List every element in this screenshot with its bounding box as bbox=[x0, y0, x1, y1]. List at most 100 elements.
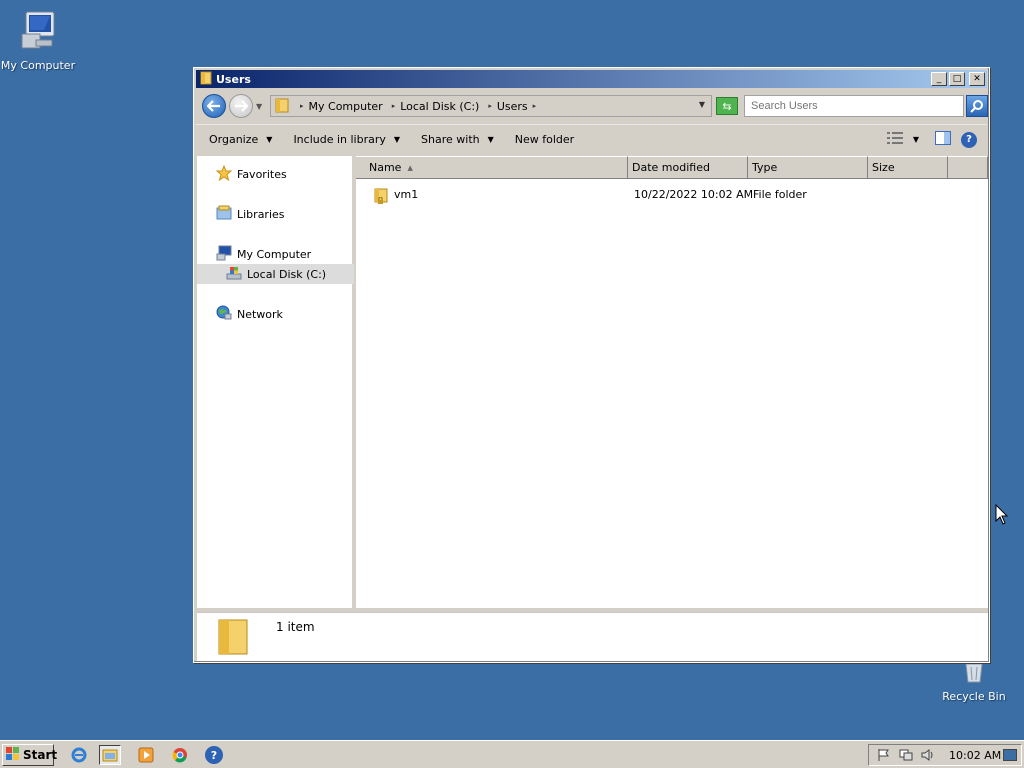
window-titlebar[interactable]: Users _ □ ✕ bbox=[196, 70, 987, 88]
arrow-left-icon bbox=[207, 100, 220, 112]
chevron-down-icon: ▼ bbox=[393, 135, 401, 144]
column-header-size[interactable]: Size bbox=[868, 156, 948, 179]
view-dropdown-icon[interactable]: ▼ bbox=[913, 135, 919, 144]
breadcrumb-local-disk[interactable]: ▸ Local Disk (C:) bbox=[387, 100, 480, 113]
nav-item-libraries[interactable]: Libraries bbox=[197, 204, 354, 224]
volume-icon[interactable] bbox=[921, 748, 935, 765]
navigation-pane: Favorites Libraries My Computer Local Di… bbox=[197, 156, 354, 608]
column-header-type[interactable]: Type bbox=[748, 156, 868, 179]
computer-icon bbox=[216, 245, 232, 264]
my-computer-icon bbox=[0, 10, 80, 55]
nav-item-local-disk[interactable]: Local Disk (C:) bbox=[197, 264, 354, 284]
start-button[interactable]: Start bbox=[2, 744, 58, 766]
menu-label: Share with bbox=[421, 133, 480, 146]
share-with-menu[interactable]: Share with ▼ bbox=[421, 133, 494, 146]
chevron-right-icon[interactable]: ▸ bbox=[392, 102, 396, 110]
libraries-icon bbox=[216, 205, 232, 224]
details-view-icon bbox=[886, 132, 903, 144]
help-icon: ? bbox=[205, 746, 223, 764]
chevron-right-icon[interactable]: ▸ bbox=[488, 102, 492, 110]
address-history-dropdown-icon[interactable]: ▼ bbox=[699, 100, 705, 109]
search-button[interactable] bbox=[966, 95, 988, 117]
organize-menu[interactable]: Organize ▼ bbox=[209, 133, 272, 146]
help-icon[interactable]: ? bbox=[961, 131, 977, 148]
show-desktop-icon[interactable] bbox=[1003, 749, 1017, 764]
breadcrumb-users[interactable]: ▸ Users ▸ bbox=[483, 100, 541, 113]
search-input[interactable] bbox=[744, 95, 964, 117]
close-button[interactable]: ✕ bbox=[969, 72, 985, 86]
breadcrumb-label: Users bbox=[496, 99, 528, 113]
desktop-icon-label: Recycle Bin bbox=[942, 690, 1006, 703]
nav-item-label: Favorites bbox=[237, 167, 287, 181]
internet-explorer-icon bbox=[71, 747, 87, 763]
file-type: File folder bbox=[753, 188, 807, 201]
breadcrumb-label: Local Disk (C:) bbox=[400, 99, 480, 113]
folder-icon bbox=[200, 71, 212, 88]
item-count: 1 item bbox=[276, 620, 315, 634]
explorer-window: Users _ □ ✕ ▼ ▸ My Computer ▸ Local Disk… bbox=[193, 67, 990, 663]
recent-pages-dropdown-icon[interactable]: ▼ bbox=[256, 102, 262, 111]
desktop-icon-my-computer[interactable]: My Computer bbox=[0, 10, 80, 72]
quick-launch-internet-explorer[interactable] bbox=[68, 745, 90, 765]
refresh-button[interactable]: ⇆ bbox=[716, 97, 738, 115]
button-label: New folder bbox=[514, 133, 575, 146]
command-bar: Organize ▼ Include in library ▼ Share wi… bbox=[196, 124, 987, 154]
minimize-icon: _ bbox=[936, 73, 942, 84]
column-header-date-modified[interactable]: Date modified bbox=[628, 156, 748, 179]
network-icon bbox=[216, 305, 232, 324]
recycle-bin-icon bbox=[936, 662, 1012, 684]
drive-icon bbox=[226, 265, 242, 284]
windows-logo-icon bbox=[6, 747, 20, 763]
quick-launch-help[interactable]: ? bbox=[203, 745, 225, 765]
chevron-down-icon: ▼ bbox=[266, 135, 273, 144]
column-label: Name bbox=[369, 161, 402, 174]
close-icon: ✕ bbox=[973, 73, 981, 84]
quick-launch-chrome[interactable] bbox=[169, 745, 191, 765]
address-bar[interactable]: ▸ My Computer ▸ Local Disk (C:) ▸ Users … bbox=[270, 95, 712, 117]
star-icon bbox=[215, 164, 233, 184]
clock[interactable]: 10:02 AM bbox=[949, 749, 1001, 762]
breadcrumb-my-computer[interactable]: ▸ My Computer bbox=[295, 100, 383, 113]
address-row: ▼ ▸ My Computer ▸ Local Disk (C:) ▸ User… bbox=[196, 90, 988, 122]
file-date-modified: 10/22/2022 10:02 AM bbox=[634, 188, 754, 201]
desktop-icon-label: My Computer bbox=[0, 59, 76, 72]
desktop-icon-recycle-bin[interactable]: Recycle Bin bbox=[936, 662, 1012, 703]
view-options-button[interactable] bbox=[886, 132, 903, 147]
nav-item-label: Libraries bbox=[237, 207, 285, 221]
chevron-down-icon: ▼ bbox=[487, 135, 494, 144]
nav-item-network[interactable]: Network bbox=[197, 304, 354, 324]
nav-item-favorites[interactable]: Favorites bbox=[197, 164, 354, 184]
window-title: Users bbox=[216, 72, 251, 86]
refresh-icon: ⇆ bbox=[722, 99, 732, 113]
network-tray-icon[interactable] bbox=[899, 748, 913, 765]
include-in-library-menu[interactable]: Include in library ▼ bbox=[293, 133, 400, 146]
start-label: Start bbox=[23, 748, 58, 762]
chevron-right-icon[interactable]: ▸ bbox=[533, 102, 537, 110]
system-tray: 10:02 AM bbox=[868, 744, 1022, 766]
quick-launch-media-player[interactable] bbox=[135, 745, 157, 765]
nav-item-label: Network bbox=[237, 307, 283, 321]
sort-ascending-icon: ▲ bbox=[407, 163, 413, 172]
preview-pane-button[interactable] bbox=[935, 131, 951, 148]
column-header-name[interactable]: Name ▲ bbox=[356, 156, 628, 179]
nav-item-label: My Computer bbox=[237, 247, 312, 261]
table-row[interactable]: vm1 10/22/2022 10:02 AM File folder bbox=[356, 184, 988, 206]
chrome-icon bbox=[172, 748, 187, 763]
chevron-right-icon[interactable]: ▸ bbox=[300, 102, 304, 110]
explorer-icon bbox=[102, 749, 118, 762]
maximize-button[interactable]: □ bbox=[949, 72, 965, 86]
search-icon bbox=[970, 100, 983, 113]
nav-item-my-computer[interactable]: My Computer bbox=[197, 244, 354, 264]
forward-button[interactable] bbox=[229, 94, 253, 118]
new-folder-button[interactable]: New folder bbox=[515, 133, 574, 146]
quick-launch-explorer[interactable] bbox=[99, 745, 121, 765]
column-label: Date modified bbox=[632, 161, 710, 174]
column-header-blank bbox=[948, 156, 988, 179]
column-header-row: Name ▲ Date modified Type Size bbox=[356, 156, 988, 179]
mouse-cursor-icon bbox=[995, 503, 1009, 529]
back-button[interactable] bbox=[202, 94, 226, 118]
menu-label: Include in library bbox=[293, 133, 386, 146]
minimize-button[interactable]: _ bbox=[931, 72, 947, 86]
taskbar: Start ? 10:02 AM bbox=[0, 740, 1024, 768]
action-center-flag-icon[interactable] bbox=[877, 748, 891, 765]
